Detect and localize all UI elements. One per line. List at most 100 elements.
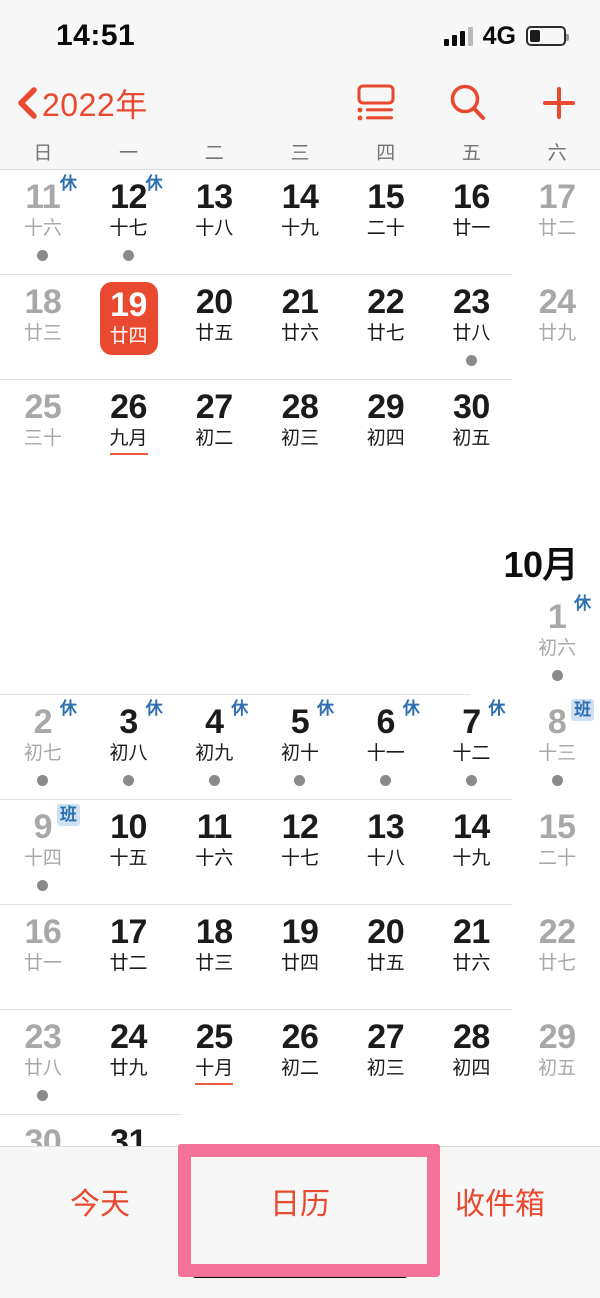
calendar-day-cell[interactable]: 4 初九 休 bbox=[171, 695, 257, 800]
calendar-day-cell[interactable]: 15 二十 bbox=[514, 800, 600, 905]
calendar-day-cell[interactable]: 22 廿七 bbox=[514, 905, 600, 1010]
calendar-day-lunar: 十八 bbox=[195, 218, 234, 239]
calendar-day-cell[interactable]: 23 廿八 bbox=[429, 275, 515, 380]
calendar-day-cell[interactable]: 29 初四 bbox=[343, 380, 429, 485]
nav-action-group bbox=[354, 83, 578, 123]
tab-calendar[interactable]: 日历 bbox=[200, 1147, 400, 1223]
event-dot bbox=[551, 670, 563, 681]
tab-inbox[interactable]: 收件箱 bbox=[400, 1147, 600, 1223]
calendar-day-cell[interactable]: 24 廿九 bbox=[514, 275, 600, 380]
calendar-day-lunar: 廿七 bbox=[538, 953, 577, 974]
calendar-day-cell[interactable]: 13 十八 bbox=[171, 170, 257, 275]
calendar-day-cell[interactable]: 17 廿二 bbox=[86, 905, 172, 1010]
calendar-day-lunar: 十四 bbox=[23, 848, 62, 869]
calendar-day-cell[interactable]: 28 初四 bbox=[429, 1010, 515, 1115]
holiday-badge: 休 bbox=[574, 594, 592, 613]
calendar-day-number: 15 bbox=[367, 178, 405, 216]
workday-badge: 班 bbox=[571, 699, 595, 721]
calendar-day-cell[interactable]: 16 廿一 bbox=[429, 170, 515, 275]
calendar-day-lunar: 十六 bbox=[23, 218, 62, 239]
tab-today[interactable]: 今天 bbox=[0, 1147, 200, 1223]
calendar-day-cell[interactable]: 18 廿三 bbox=[0, 275, 86, 380]
calendar-day-cell[interactable]: 22 廿七 bbox=[343, 275, 429, 380]
calendar-day-number: 18 bbox=[24, 283, 62, 321]
calendar-day-cell[interactable]: 28 初三 bbox=[257, 380, 343, 485]
calendar-day-cell[interactable]: 27 初三 bbox=[343, 1010, 429, 1115]
weekday-label-2: 二 bbox=[204, 143, 224, 164]
calendar-day-cell[interactable]: 25 三十 bbox=[0, 380, 86, 485]
calendar-day-empty bbox=[429, 590, 515, 695]
calendar-day-lunar: 廿五 bbox=[195, 323, 234, 344]
calendar-day-cell[interactable]: 16 廿一 bbox=[0, 905, 86, 1010]
calendar-day-number: 11 bbox=[196, 808, 232, 846]
calendar-day-cell[interactable]: 1 初六 休 bbox=[514, 590, 600, 695]
calendar-day-cell[interactable]: 24 廿九 bbox=[86, 1010, 172, 1115]
calendar-day-lunar: 十七 bbox=[109, 218, 148, 239]
calendar-day-cell[interactable]: 19 廿四 bbox=[86, 275, 172, 380]
calendar-day-cell[interactable]: 3 初八 休 bbox=[86, 695, 172, 800]
event-dot bbox=[380, 775, 392, 786]
calendar-day-cell[interactable]: 5 初十 休 bbox=[257, 695, 343, 800]
event-dot bbox=[465, 775, 477, 786]
calendar-day-cell[interactable]: 13 十八 bbox=[343, 800, 429, 905]
event-dot bbox=[37, 1090, 49, 1101]
calendar-day-lunar: 三十 bbox=[23, 428, 62, 449]
calendar-day-cell[interactable]: 10 十五 bbox=[86, 800, 172, 905]
calendar-day-number: 22 bbox=[367, 283, 405, 321]
calendar-day-number: 10 bbox=[110, 808, 147, 846]
calendar-day-cell[interactable]: 18 廿三 bbox=[171, 905, 257, 1010]
calendar-day-number: 24 bbox=[110, 1018, 147, 1056]
calendar-day-cell[interactable]: 7 十二 休 bbox=[429, 695, 515, 800]
calendar-day-cell[interactable]: 27 初二 bbox=[171, 380, 257, 485]
calendar-day-number: 29 bbox=[367, 388, 405, 426]
calendar-day-cell[interactable]: 6 十一 休 bbox=[343, 695, 429, 800]
calendar-day-cell[interactable]: 21 廿六 bbox=[257, 275, 343, 380]
calendar-day-cell[interactable]: 19 廿四 bbox=[257, 905, 343, 1010]
weekday-label-5: 五 bbox=[461, 143, 481, 164]
calendar-day-lunar: 十三 bbox=[538, 743, 577, 764]
calendar-day-number: 12 bbox=[281, 808, 319, 846]
calendar-day-cell[interactable]: 14 十九 bbox=[429, 800, 515, 905]
calendar-day-cell[interactable]: 17 廿二 bbox=[514, 170, 600, 275]
calendar-day-cell[interactable]: 9 十四 班 bbox=[0, 800, 86, 905]
calendar-day-cell[interactable]: 11 十六 bbox=[171, 800, 257, 905]
weekday-label-0: 日 bbox=[33, 143, 53, 164]
calendar-day-cell[interactable]: 12 十七 bbox=[257, 800, 343, 905]
event-dot bbox=[208, 775, 220, 786]
list-view-icon[interactable] bbox=[354, 83, 396, 123]
calendar-day-cell[interactable]: 20 廿五 bbox=[171, 275, 257, 380]
calendar-day-cell[interactable]: 2 初七 休 bbox=[0, 695, 86, 800]
calendar-day-cell[interactable]: 15 二十 bbox=[343, 170, 429, 275]
search-icon[interactable] bbox=[448, 83, 488, 123]
calendar-day-cell[interactable]: 11 十六 休 bbox=[0, 170, 86, 275]
calendar-day-cell[interactable]: 25 十月 bbox=[171, 1010, 257, 1115]
calendar-day-number: 7 bbox=[462, 703, 481, 741]
calendar-day-cell[interactable]: 14 十九 bbox=[257, 170, 343, 275]
calendar-day-lunar: 十六 bbox=[195, 848, 234, 869]
calendar-day-lunar: 初八 bbox=[109, 743, 148, 764]
calendar-day-lunar: 十八 bbox=[366, 848, 405, 869]
calendar-day-cell[interactable]: 23 廿八 bbox=[0, 1010, 86, 1115]
calendar-day-cell[interactable]: 29 初五 bbox=[514, 1010, 600, 1115]
event-dot bbox=[123, 250, 135, 261]
calendar-day-lunar: 廿八 bbox=[452, 323, 491, 344]
weekday-label-6: 六 bbox=[547, 143, 567, 164]
back-to-year-button[interactable]: 2022年 bbox=[16, 80, 148, 126]
add-event-icon[interactable] bbox=[540, 84, 578, 122]
calendar-day-cell[interactable]: 26 初二 bbox=[257, 1010, 343, 1115]
calendar-day-cell[interactable]: 8 十三 班 bbox=[514, 695, 600, 800]
calendar-day-number: 13 bbox=[367, 808, 405, 846]
calendar-day-number: 20 bbox=[367, 913, 405, 951]
calendar-day-number: 23 bbox=[453, 283, 490, 321]
calendar-day-number: 3 bbox=[119, 703, 138, 741]
calendar-day-cell[interactable]: 26 九月 bbox=[86, 380, 172, 485]
calendar-day-cell[interactable]: 12 十七 休 bbox=[86, 170, 172, 275]
calendar-day-cell[interactable]: 20 廿五 bbox=[343, 905, 429, 1010]
holiday-badge: 休 bbox=[145, 699, 163, 718]
workday-badge: 班 bbox=[56, 804, 80, 826]
calendar-day-number: 21 bbox=[281, 283, 319, 321]
calendar-day-number: 24 bbox=[538, 283, 576, 321]
calendar-day-cell[interactable]: 21 廿六 bbox=[429, 905, 515, 1010]
bottom-tab-bar: 今天 日历 收件箱 bbox=[0, 1146, 600, 1298]
calendar-day-cell[interactable]: 30 初五 bbox=[429, 380, 515, 485]
